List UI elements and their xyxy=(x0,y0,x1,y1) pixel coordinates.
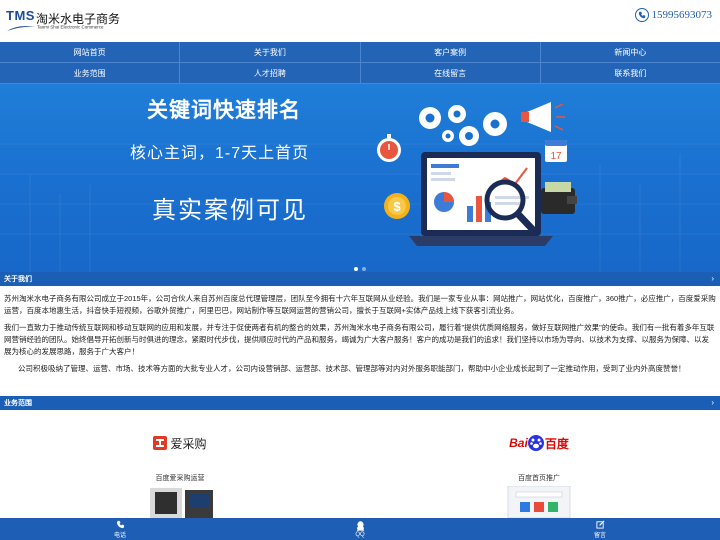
banner-illustration: 17 $ xyxy=(377,102,577,246)
nav-home[interactable]: 网站首页 xyxy=(0,42,181,63)
bottom-call-button[interactable]: 电话 xyxy=(0,518,240,540)
banner-headline: 关键词快速排名 xyxy=(147,99,301,122)
bottom-qq-button[interactable]: QQ xyxy=(240,518,480,540)
bottom-action-bar: 电话 QQ 留言 xyxy=(0,518,720,540)
qq-icon xyxy=(356,520,364,531)
chevron-right-icon[interactable]: › xyxy=(711,274,714,283)
wallet-icon xyxy=(541,182,577,214)
banner-background-pattern xyxy=(0,143,720,272)
aicaigou-logo: 爱采购 xyxy=(105,428,255,458)
calendar-day: 17 xyxy=(550,151,562,162)
site-header: TMS 淘米水电子商务 Taomi Shui Electronic Commer… xyxy=(0,0,720,42)
about-paragraph: 我们一直致力于推动传统互联网和移动互联网的应用和发展，并专注于促使两者有机的整合… xyxy=(4,323,715,356)
about-content: 苏州淘米水电子商务有限公司成立于2015年，公司合伙人来自苏州百度总代理管理层，… xyxy=(4,293,716,380)
edit-icon xyxy=(595,519,605,529)
megaphone-icon xyxy=(521,102,565,132)
about-paragraph: 苏州淘米水电子商务有限公司成立于2015年，公司合伙人来自苏州百度总代理管理层，… xyxy=(4,294,716,315)
nav-about[interactable]: 关于我们 xyxy=(180,42,361,63)
calendar-icon: 17 xyxy=(545,140,567,162)
nav-news[interactable]: 新闻中心 xyxy=(540,42,720,63)
phone-icon xyxy=(116,520,124,528)
carousel-dot[interactable] xyxy=(362,267,366,271)
main-nav: 网站首页 关于我们 客户案例 新闻中心 业务范围 人才招聘 在线留言 联系我们 xyxy=(0,42,720,84)
aicaigou-logo-icon xyxy=(153,436,168,450)
service-card-baidu[interactable]: Bai 百度 百度首页推广 xyxy=(464,428,614,518)
gear-icon xyxy=(419,105,507,146)
logo[interactable]: TMS 淘米水电子商务 Taomi Shui Electronic Commer… xyxy=(6,8,126,36)
nav-jobs[interactable]: 人才招聘 xyxy=(180,63,361,84)
coin-icon: $ xyxy=(384,193,410,219)
aicaigou-logo-text: 爱采购 xyxy=(170,436,207,451)
about-section-title: 关于我们 xyxy=(4,276,32,283)
carousel-dot[interactable] xyxy=(354,267,358,271)
logo-company-name-en: Taomi Shui Electronic Commerce xyxy=(37,25,104,31)
service-thumbnail xyxy=(105,486,255,518)
banner-subheadline: 核心主词，1-7天上首页 xyxy=(130,145,310,162)
nav-contact[interactable]: 联系我们 xyxy=(540,63,720,84)
header-phone[interactable]: 15995693073 xyxy=(634,7,713,23)
phone-icon xyxy=(634,8,649,22)
phone-number: 15995693073 xyxy=(651,9,713,21)
service-thumbnail xyxy=(464,486,614,518)
service-card-aicaigou[interactable]: 爱采购 百度爱采购运营 xyxy=(105,428,255,518)
services-section-title: 业务范围 xyxy=(4,400,32,407)
nav-message[interactable]: 在线留言 xyxy=(360,63,541,84)
bottom-message-label: 留言 xyxy=(593,532,606,539)
nav-services[interactable]: 业务范围 xyxy=(0,63,181,84)
stopwatch-icon xyxy=(377,134,401,162)
logo-swoosh-icon xyxy=(7,26,35,31)
service-caption: 百度首页推广 xyxy=(518,475,560,482)
service-caption: 百度爱采购运营 xyxy=(155,475,205,482)
coin-symbol: $ xyxy=(393,199,401,214)
about-section-header[interactable]: 关于我们 › xyxy=(0,272,720,286)
carousel-dots xyxy=(354,267,366,271)
about-paragraph: 公司积极吸纳了管理、运营、市场、技术等方面的大批专业人才，公司内设营销部、运营部… xyxy=(18,364,686,373)
baidu-logo-bai: Bai xyxy=(509,436,528,450)
banner-tagline: 真实案例可见 xyxy=(152,197,308,224)
nav-cases[interactable]: 客户案例 xyxy=(360,42,541,63)
baidu-logo-text: 百度 xyxy=(544,436,569,451)
services-section-header[interactable]: 业务范围 › xyxy=(0,396,720,410)
bottom-call-label: 电话 xyxy=(113,532,126,539)
baidu-paw-icon xyxy=(527,435,544,451)
bottom-message-button[interactable]: 留言 xyxy=(480,518,720,540)
hero-banner[interactable]: 关键词快速排名 核心主词，1-7天上首页 真实案例可见 17 $ xyxy=(0,84,720,272)
logo-mark: TMS xyxy=(6,8,35,23)
chevron-right-icon[interactable]: › xyxy=(711,398,714,407)
baidu-logo: Bai 百度 xyxy=(464,428,614,458)
bottom-qq-label: QQ xyxy=(355,531,365,538)
